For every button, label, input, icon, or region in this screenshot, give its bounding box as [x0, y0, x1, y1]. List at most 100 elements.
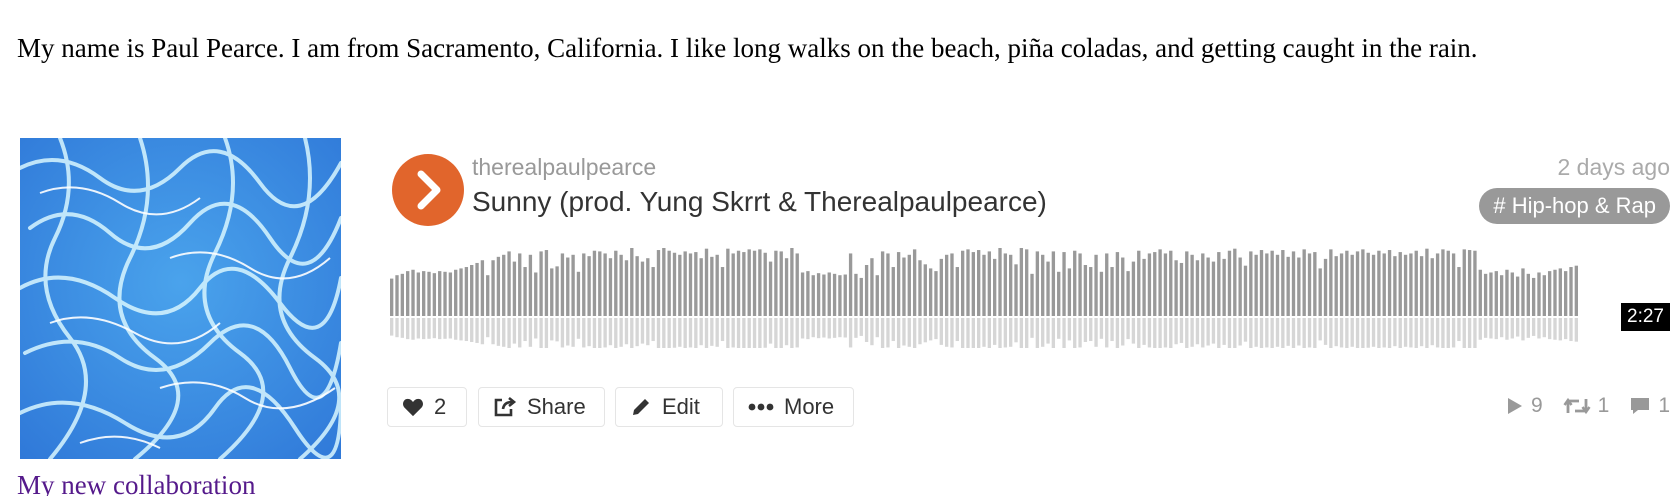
waveform-bar: [1190, 254, 1194, 316]
waveform-bar: [944, 254, 949, 316]
plays-stat: 9: [1506, 394, 1543, 418]
waveform-bar: [1345, 250, 1349, 316]
waveform-reflection-bar: [1083, 318, 1088, 342]
waveform-reflection-bar: [1329, 318, 1333, 348]
waveform-bar: [1387, 250, 1392, 316]
like-button[interactable]: 2: [387, 387, 467, 427]
waveform-bar: [1030, 273, 1034, 316]
waveform-reflection-bar: [1281, 318, 1285, 348]
waveform-bar: [1078, 253, 1082, 316]
waveform-bar: [955, 267, 959, 316]
waveform-reflection-bar: [1537, 318, 1541, 339]
waveform-bar: [1153, 252, 1157, 316]
waveform-bar: [406, 271, 410, 316]
share-button[interactable]: Share: [478, 387, 605, 427]
waveform-reflection-bar: [1345, 318, 1349, 348]
waveform-bar: [598, 251, 602, 316]
waveform-reflection-bar: [923, 318, 927, 343]
waveform-reflection-bar: [1483, 318, 1488, 338]
track-uploader[interactable]: therealpaulpearce: [472, 154, 656, 181]
waveform-bar: [1489, 272, 1493, 316]
waveform-reflection-bar: [1435, 318, 1440, 348]
waveform-reflection-bar: [411, 318, 415, 340]
waveform-reflection-bar: [1057, 318, 1061, 339]
waveform-bar: [411, 269, 415, 316]
waveform-bar: [1350, 254, 1354, 316]
waveform-reflection-bar: [528, 318, 533, 347]
waveform-bar: [752, 250, 757, 316]
comments-stat[interactable]: 1: [1629, 394, 1670, 418]
waveform-reflection-bar: [827, 318, 831, 339]
waveform-reflection-bar: [624, 318, 629, 345]
waveform-reflection-bar: [1179, 318, 1184, 343]
waveform-reflection-bar: [544, 318, 549, 348]
waveform-reflection-bar: [993, 318, 997, 345]
waveform-bar: [448, 272, 453, 316]
play-button[interactable]: [392, 154, 464, 226]
waveform-reflection-bar: [555, 318, 559, 342]
waveform-bar: [539, 251, 543, 316]
waveform-reflection-bar: [1334, 318, 1338, 347]
waveform-bar: [699, 258, 703, 316]
waveform-bar: [502, 254, 506, 316]
waveform-bar: [1355, 251, 1360, 316]
waveform-reflection-bar: [507, 318, 511, 348]
track-artwork[interactable]: [20, 138, 341, 459]
waveform-bar: [1243, 265, 1248, 316]
waveform-reflection-bar: [939, 318, 943, 345]
waveform-bar: [982, 254, 986, 316]
waveform-bar: [774, 250, 778, 316]
waveform-bar: [800, 272, 805, 316]
waveform-reflection-bar: [864, 318, 869, 342]
waveform-reflection-bar: [1009, 318, 1013, 347]
waveform-bar: [998, 248, 1002, 316]
waveform-reflection-bar: [1473, 318, 1477, 348]
waveform-reflection-bar: [1462, 318, 1466, 348]
reposts-stat[interactable]: 1: [1563, 394, 1609, 418]
waveform-reflection-bar: [1505, 318, 1509, 340]
waveform-reflection-bar: [539, 318, 543, 348]
edit-button[interactable]: Edit: [615, 387, 723, 427]
waveform-bar: [400, 273, 405, 316]
waveform[interactable]: [390, 248, 1678, 348]
waveform-bar: [1137, 250, 1141, 316]
waveform-bar: [704, 248, 709, 316]
waveform-bar: [763, 252, 767, 316]
more-button[interactable]: More: [733, 387, 854, 427]
waveform-reflection-bar: [656, 318, 661, 348]
waveform-reflection-bar: [758, 318, 762, 348]
genre-tag[interactable]: # Hip-hop & Rap: [1479, 188, 1670, 224]
waveform-reflection-bar: [848, 318, 853, 348]
waveform-bar: [1281, 250, 1285, 316]
waveform-bar: [512, 261, 517, 316]
waveform-reflection-bar: [1323, 318, 1328, 345]
waveform-bar: [656, 250, 661, 316]
waveform-reflection-bar: [1254, 318, 1258, 347]
track-title[interactable]: Sunny (prod. Yung Skrrt & Therealpaulpea…: [472, 186, 1047, 218]
more-label: More: [784, 394, 835, 419]
waveform-reflection-bar: [934, 318, 938, 340]
waveform-bar: [1521, 268, 1525, 316]
heart-icon: [402, 397, 424, 417]
waveform-reflection-bar: [1318, 318, 1322, 341]
waveform-bar: [438, 271, 442, 316]
waveform-reflection-bar: [491, 318, 495, 345]
waveform-reflection-bar: [977, 318, 981, 348]
waveform-reflection-bar: [1414, 318, 1418, 348]
waveform-reflection-bar: [1313, 318, 1317, 348]
waveform-reflection-bar: [896, 318, 901, 348]
waveform-reflection-bar: [1249, 318, 1253, 348]
waveform-reflection-bar: [406, 318, 410, 340]
waveform-bar: [1307, 253, 1312, 316]
waveform-reflection-bar: [630, 318, 634, 348]
waveform-bar: [1297, 257, 1301, 316]
waveform-bar: [688, 253, 693, 316]
waveform-reflection-bar: [662, 318, 666, 348]
waveform-reflection-bar: [1425, 318, 1429, 348]
caption-link[interactable]: My new collaboration: [17, 470, 255, 496]
waveform-bar: [1185, 251, 1189, 316]
waveform-reflection-bar: [1078, 318, 1082, 348]
waveform-reflection-bar: [763, 318, 767, 348]
waveform-reflection-bar: [1003, 318, 1008, 348]
waveform-reflection-bar: [427, 318, 431, 339]
